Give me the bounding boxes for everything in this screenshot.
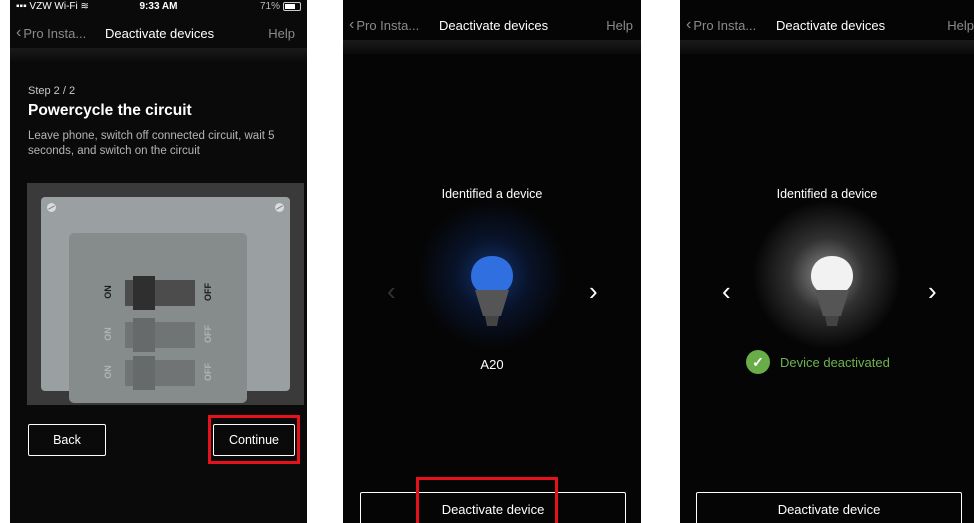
back-nav-label: Pro Insta...	[693, 17, 757, 33]
back-nav-label: Pro Insta...	[23, 25, 87, 41]
deactivate-device-button[interactable]: Deactivate device	[696, 492, 962, 523]
breaker-switch-active: ON OFF	[102, 275, 215, 311]
breaker-toggle	[125, 276, 195, 310]
screen-identified-device: ‹ Pro Insta... Deactivate devices Help Id…	[343, 0, 641, 523]
off-label: OFF	[203, 325, 213, 343]
battery-percent: 71%	[259, 1, 280, 12]
lightbulb-icon	[811, 256, 853, 326]
highlight-box	[208, 415, 300, 464]
battery-status: 71%	[260, 1, 301, 12]
identified-label: Identified a device	[441, 187, 543, 201]
nav-title: Deactivate devices	[105, 26, 215, 41]
nav-shadow	[343, 40, 641, 54]
step-indicator: Step 2 / 2	[28, 85, 76, 97]
screen-device-deactivated: ‹ Pro Insta... Deactivate devices Help Id…	[680, 0, 974, 523]
chevron-left-icon: ‹	[686, 16, 692, 33]
lightbulb-icon	[471, 256, 513, 326]
status-text: Device deactivated	[780, 354, 890, 370]
status-bar: ▪▪▪ VZW Wi-Fi ≋ 9:33 AM 71%	[10, 0, 307, 14]
back-nav-label: Pro Insta...	[356, 17, 420, 33]
checkmark-icon: ✓	[746, 350, 770, 374]
breaker-toggle	[125, 318, 195, 352]
on-label: ON	[102, 285, 113, 299]
battery-icon	[283, 2, 301, 11]
nav-bar: ‹ Pro Insta... Deactivate devices Help	[10, 20, 307, 46]
instructions-text: Leave phone, switch off connected circui…	[28, 130, 275, 157]
breaker-box: ON OFF ON OFF ON OFF	[69, 233, 247, 403]
chevron-right-icon[interactable]: ›	[589, 278, 598, 304]
help-link[interactable]: Help	[268, 26, 295, 41]
chevron-left-icon: ‹	[16, 24, 22, 41]
chevron-left-icon[interactable]: ‹	[722, 278, 731, 304]
help-link[interactable]: Help	[947, 18, 974, 33]
nav-title: Deactivate devices	[439, 18, 549, 33]
page-title: Powercycle the circuit	[28, 102, 192, 119]
breaker-switch: ON OFF	[102, 317, 215, 353]
on-label: ON	[102, 365, 113, 379]
nav-bar: ‹ Pro Insta... Deactivate devices Help	[343, 12, 641, 38]
off-label: OFF	[203, 363, 213, 381]
on-label: ON	[102, 327, 113, 341]
help-link[interactable]: Help	[606, 18, 633, 33]
breaker-switch: ON OFF	[102, 355, 215, 391]
device-model: A20	[480, 357, 504, 372]
screen-powercycle: ▪▪▪ VZW Wi-Fi ≋ 9:33 AM 71% ‹ Pro Insta..…	[10, 0, 307, 523]
highlight-box	[416, 477, 558, 523]
nav-bar: ‹ Pro Insta... Deactivate devices Help	[680, 12, 974, 38]
back-nav-link[interactable]: ‹ Pro Insta...	[16, 24, 86, 42]
deactivated-status: ✓ Device deactivated	[746, 350, 890, 374]
back-nav-link[interactable]: ‹ Pro Insta...	[349, 16, 419, 34]
screw-icon	[275, 203, 284, 212]
nav-shadow	[10, 48, 307, 62]
identified-label: Identified a device	[776, 187, 878, 201]
chevron-left-icon: ‹	[349, 16, 355, 33]
breaker-toggle	[125, 356, 195, 390]
off-label: OFF	[203, 283, 213, 301]
screw-icon	[47, 203, 56, 212]
nav-shadow	[680, 40, 974, 54]
back-nav-link[interactable]: ‹ Pro Insta...	[686, 16, 756, 34]
chevron-right-icon[interactable]: ›	[928, 278, 937, 304]
breaker-illustration: ON OFF ON OFF ON OFF	[27, 183, 304, 405]
chevron-left-icon[interactable]: ‹	[387, 278, 396, 304]
breaker-plate: ON OFF ON OFF ON OFF	[41, 197, 290, 403]
back-button[interactable]: Back	[28, 424, 106, 456]
nav-title: Deactivate devices	[776, 18, 886, 33]
